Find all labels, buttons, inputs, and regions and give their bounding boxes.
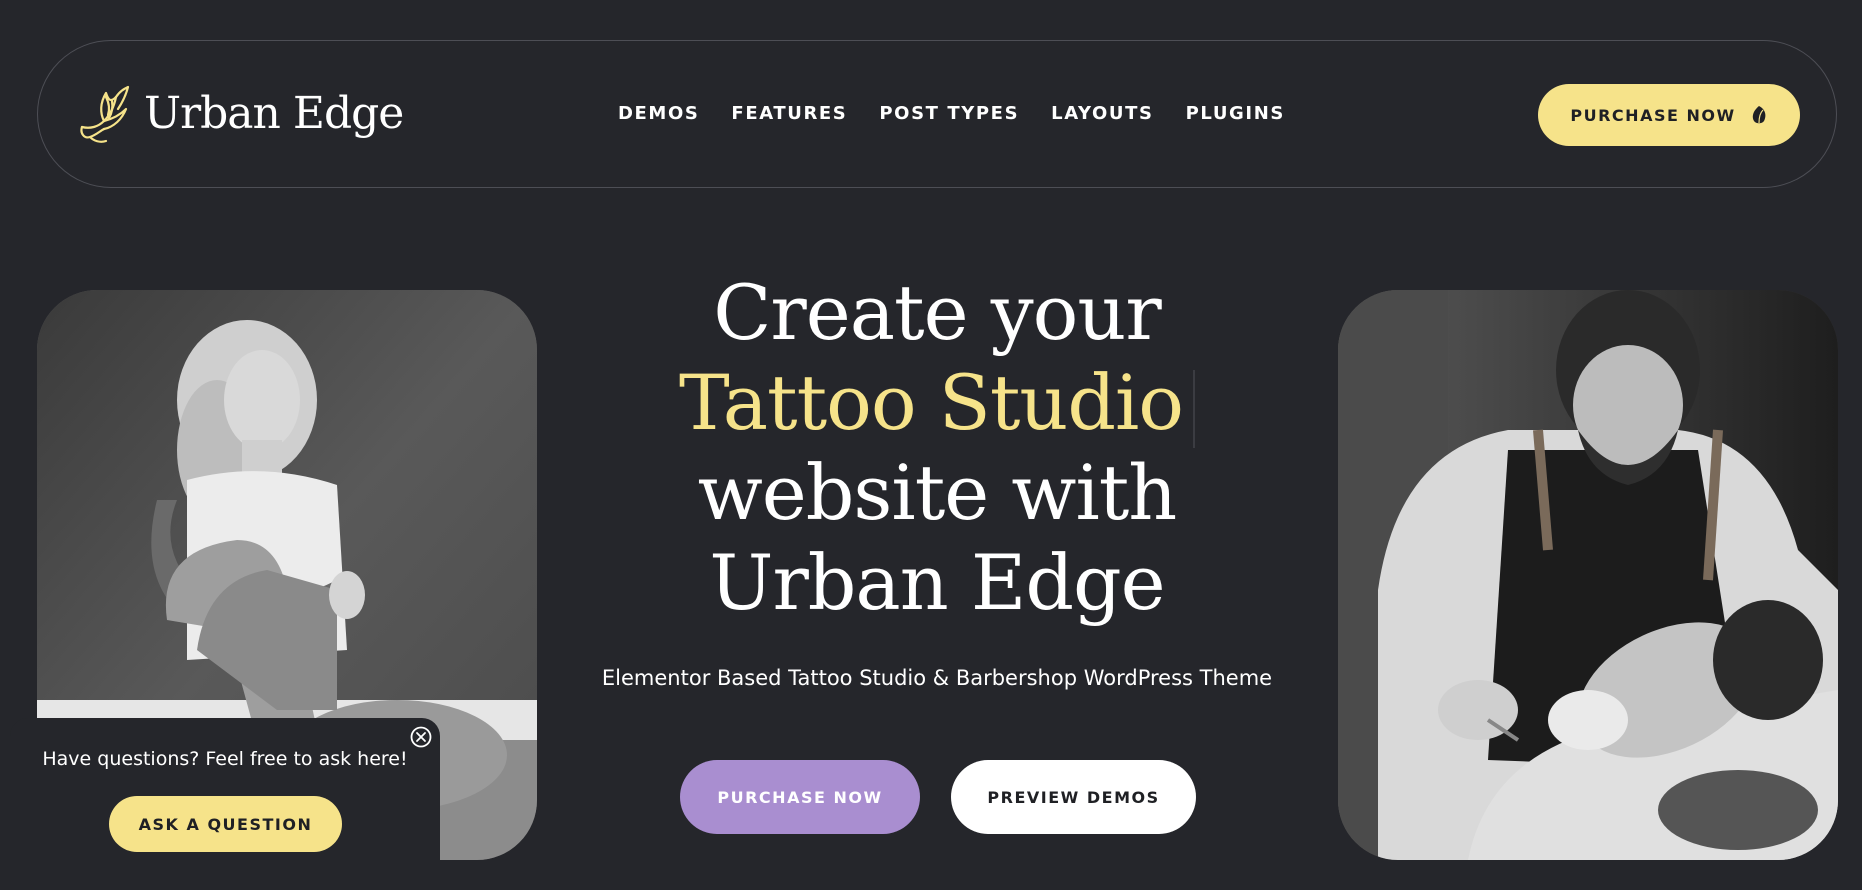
hero-purchase-button[interactable]: PURCHASE NOW	[680, 760, 920, 834]
hero-heading: Create your Tattoo Studio website with U…	[587, 268, 1287, 628]
swallow-bird-icon	[80, 85, 130, 143]
header-purchase-label: PURCHASE NOW	[1570, 105, 1736, 125]
nav-plugins[interactable]: PLUGINS	[1186, 103, 1285, 124]
chat-popup: Have questions? Feel free to ask here! A…	[10, 718, 440, 890]
hero-subtitle: Elementor Based Tattoo Studio & Barbersh…	[601, 666, 1273, 690]
hero-line-4: Urban Edge	[709, 538, 1165, 627]
ask-question-button[interactable]: ASK A QUESTION	[109, 796, 342, 852]
close-circle-icon[interactable]	[410, 726, 432, 748]
nav-post-types[interactable]: POST TYPES	[879, 103, 1019, 124]
hero-line-1: Create your	[713, 268, 1161, 357]
hero-line-2-accent: Tattoo Studio	[587, 358, 1287, 448]
chat-message: Have questions? Feel free to ask here!	[42, 748, 408, 770]
main-nav: DEMOS FEATURES POST TYPES LAYOUTS PLUGIN…	[618, 103, 1285, 124]
preview-demos-button[interactable]: PREVIEW DEMOS	[951, 760, 1196, 834]
leaf-icon	[1752, 106, 1765, 124]
logo-text: Urban Edge	[144, 88, 404, 139]
barber-shaving-photo	[1338, 290, 1838, 860]
hero-line-3: website with	[697, 448, 1178, 537]
nav-layouts[interactable]: LAYOUTS	[1051, 103, 1153, 124]
barber-shaving-illustration	[1338, 290, 1838, 860]
nav-demos[interactable]: DEMOS	[618, 103, 699, 124]
site-header: Urban Edge DEMOS FEATURES POST TYPES LAY…	[37, 40, 1837, 188]
nav-features[interactable]: FEATURES	[731, 103, 847, 124]
site-logo[interactable]: Urban Edge	[76, 83, 404, 145]
typing-cursor	[1193, 370, 1196, 448]
hero-accent-text: Tattoo Studio	[678, 358, 1184, 447]
header-purchase-button[interactable]: PURCHASE NOW	[1538, 84, 1800, 146]
